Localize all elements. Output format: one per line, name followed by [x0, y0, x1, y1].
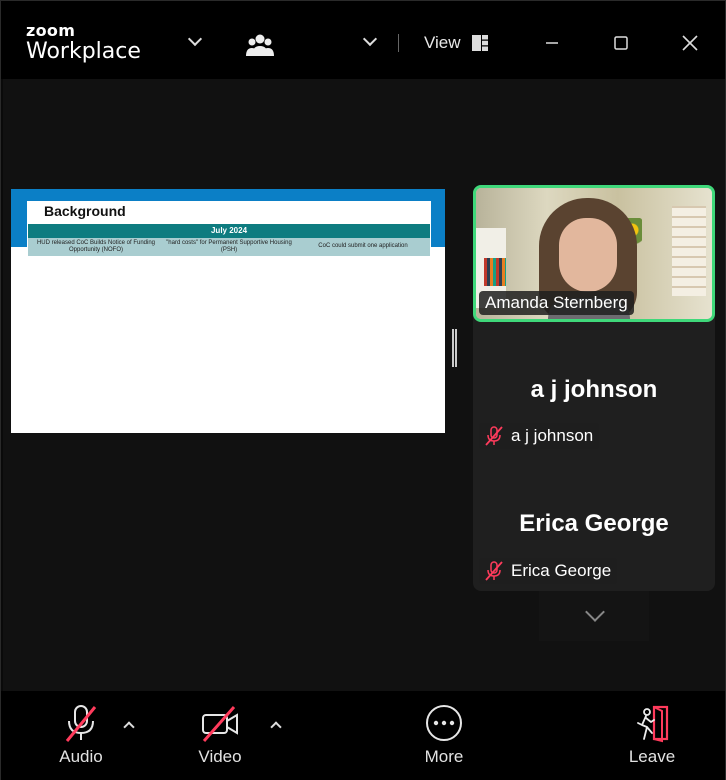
participant-name-tag: Erica George	[479, 558, 618, 584]
meeting-toolbar: Audio Video More Leave	[1, 691, 725, 780]
video-button[interactable]: Video	[191, 703, 249, 767]
video-off-icon	[202, 706, 238, 742]
video-wall-art	[672, 206, 706, 296]
zoom-workplace-logo: zoom Workplace	[26, 23, 141, 63]
title-separator	[398, 34, 399, 52]
leave-label: Leave	[628, 747, 676, 766]
minimize-button[interactable]	[539, 31, 565, 55]
slide-table-row: HUD released CoC Builds Notice of Fundin…	[28, 238, 430, 256]
app-menu-chevron-button[interactable]	[185, 31, 207, 53]
video-label: Video	[198, 747, 242, 766]
close-button[interactable]	[677, 31, 703, 55]
participants-button[interactable]	[245, 31, 275, 59]
slide-cell: "hard costs" for Permanent Supportive Ho…	[166, 240, 292, 253]
participant-name-tag: a j johnson	[479, 423, 600, 449]
chevron-down-icon	[362, 31, 378, 47]
more-button[interactable]: More	[415, 703, 473, 767]
options-chevron-button[interactable]	[360, 31, 382, 53]
slide-title: Background	[44, 203, 126, 219]
participant-tile[interactable]: a j johnson a j johnson	[473, 323, 715, 457]
video-books	[484, 258, 506, 286]
more-icon	[426, 705, 462, 741]
minimize-icon	[546, 42, 558, 44]
logo-workplace-text: Workplace	[26, 39, 141, 64]
audio-label: Audio	[59, 747, 103, 766]
view-label: View	[424, 33, 461, 52]
participant-tile[interactable]: Erica George Erica George	[473, 458, 715, 591]
logo-zoom-text: zoom	[26, 21, 76, 40]
chevron-down-icon	[585, 602, 605, 622]
title-bar: zoom Workplace View	[1, 1, 725, 79]
slide-content: Background July 2024 HUD released CoC Bu…	[27, 201, 431, 433]
slide-table-header: July 2024	[28, 224, 430, 238]
video-options-caret[interactable]	[267, 717, 285, 735]
chevron-down-icon	[187, 31, 203, 47]
participant-display-name: Erica George	[519, 510, 669, 537]
video-person-face	[559, 218, 617, 292]
participants-icon	[246, 34, 274, 56]
panel-resize-handle[interactable]	[452, 329, 457, 367]
slide-cell: CoC could submit one application	[318, 243, 408, 249]
zoom-window: zoom Workplace View Background July 2024…	[0, 0, 726, 780]
chevron-up-icon	[270, 721, 282, 733]
maximize-button[interactable]	[608, 31, 634, 55]
mic-muted-icon	[485, 426, 503, 446]
audio-button[interactable]: Audio	[53, 703, 109, 767]
gallery-scroll-down-button[interactable]	[539, 591, 649, 641]
mic-muted-icon	[485, 561, 503, 581]
view-grid-icon	[472, 35, 488, 51]
participant-name: Erica George	[511, 561, 612, 580]
mic-muted-icon	[65, 705, 97, 742]
chevron-up-icon	[123, 721, 135, 733]
active-speaker-tile[interactable]: Amanda Sternberg	[473, 185, 715, 322]
maximize-icon	[614, 36, 628, 50]
leave-icon	[637, 705, 669, 743]
more-label: More	[424, 747, 464, 766]
shared-screen[interactable]: Background July 2024 HUD released CoC Bu…	[11, 189, 445, 433]
participant-display-name: a j johnson	[530, 376, 658, 403]
slide-cell: HUD released CoC Builds Notice of Fundin…	[36, 240, 156, 253]
leave-button[interactable]: Leave	[623, 703, 681, 767]
audio-options-caret[interactable]	[120, 717, 138, 735]
view-button[interactable]: View	[419, 27, 493, 59]
participant-name: Amanda Sternberg	[485, 293, 628, 312]
close-icon	[682, 35, 698, 51]
participant-name-tag: Amanda Sternberg	[479, 291, 634, 315]
participant-name: a j johnson	[511, 426, 594, 445]
